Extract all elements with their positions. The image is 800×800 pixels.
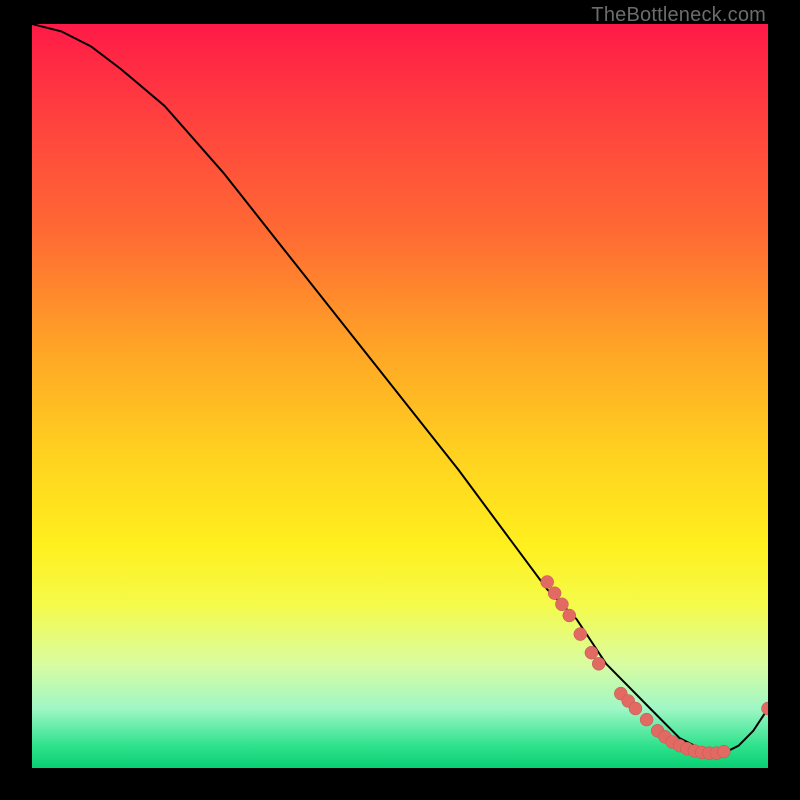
plot-area	[32, 24, 768, 768]
data-marker	[563, 609, 576, 622]
data-marker	[717, 745, 730, 758]
data-marker	[548, 587, 561, 600]
watermark-text: TheBottleneck.com	[591, 4, 766, 27]
data-marker	[585, 646, 598, 659]
chart-container: TheBottleneck.com	[0, 0, 800, 800]
data-marker	[640, 713, 653, 726]
data-marker	[592, 657, 605, 670]
curve-layer	[32, 24, 768, 768]
data-marker	[555, 598, 568, 611]
data-marker	[762, 702, 769, 715]
main-curve	[32, 24, 768, 753]
marker-layer	[541, 576, 768, 760]
data-marker	[541, 576, 554, 589]
data-marker	[629, 702, 642, 715]
data-marker	[574, 628, 587, 641]
